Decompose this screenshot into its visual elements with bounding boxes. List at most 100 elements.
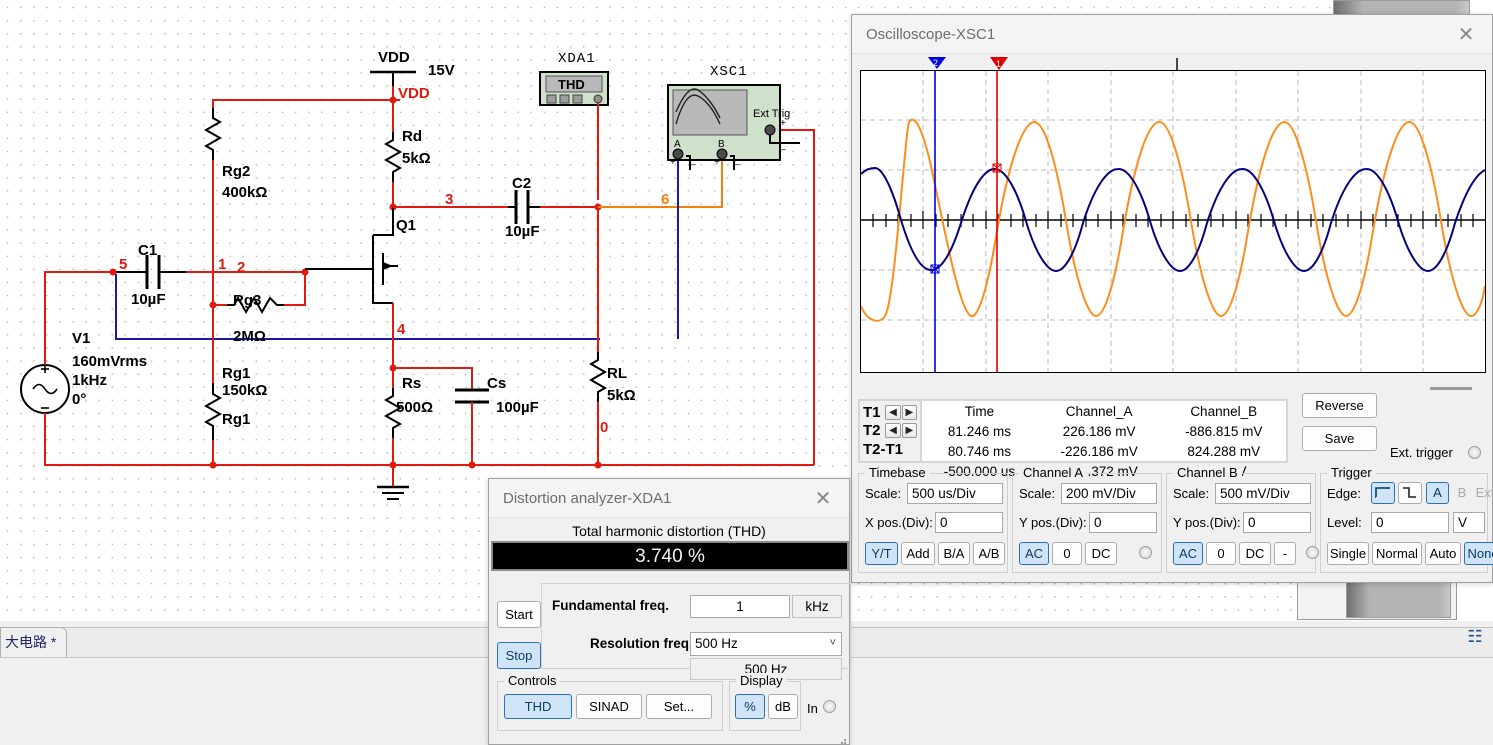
cursor-handles[interactable]: 2 1 bbox=[860, 56, 1486, 72]
svg-text:160mVrms: 160mVrms bbox=[72, 353, 147, 370]
col-channel-a: Channel_A bbox=[1065, 403, 1133, 419]
svg-text:0: 0 bbox=[600, 419, 608, 436]
trigger-source-ext[interactable]: Ext bbox=[1473, 485, 1493, 500]
channel-b-coupling-gnd[interactable]: 0 bbox=[1206, 542, 1236, 565]
svg-text:A: A bbox=[674, 139, 681, 150]
channel-b-ypos-input[interactable] bbox=[1243, 512, 1311, 533]
svg-text:15V: 15V bbox=[428, 62, 455, 79]
trigger-edge-label: Edge: bbox=[1327, 486, 1361, 501]
controls-caption: Controls bbox=[504, 673, 561, 688]
timebase-mode-ab[interactable]: A/B bbox=[973, 542, 1005, 565]
fundamental-freq-input[interactable] bbox=[690, 595, 790, 618]
cursor-t2-right-button[interactable]: ▶ bbox=[901, 423, 917, 439]
channel-b-jack-icon[interactable] bbox=[1306, 546, 1319, 559]
trigger-mode-auto[interactable]: Auto bbox=[1425, 542, 1461, 565]
start-button[interactable]: Start bbox=[497, 601, 541, 628]
svg-text:XSC1: XSC1 bbox=[710, 64, 748, 80]
t1-channel-a: 226.186 mV bbox=[1062, 423, 1136, 439]
save-button[interactable]: Save bbox=[1302, 426, 1377, 451]
channel-b-invert[interactable]: - bbox=[1274, 542, 1296, 565]
timebase-scale-label: Scale: bbox=[865, 486, 902, 501]
svg-text:XDA1: XDA1 bbox=[558, 51, 596, 67]
fundamental-freq-unit: kHz bbox=[792, 595, 842, 618]
thd-button[interactable]: THD bbox=[504, 694, 572, 719]
display-db-button[interactable]: dB bbox=[768, 694, 798, 719]
sinad-button[interactable]: SINAD bbox=[576, 694, 642, 719]
fundamental-freq-label: Fundamental freq. bbox=[552, 598, 670, 613]
timebase-mode-yt[interactable]: Y/T bbox=[865, 542, 898, 565]
svg-text:100µF: 100µF bbox=[496, 399, 539, 416]
channel-a-coupling-ac[interactable]: AC bbox=[1019, 542, 1049, 565]
channel-b-coupling-dc[interactable]: DC bbox=[1239, 542, 1271, 565]
trigger-mode-single[interactable]: Single bbox=[1327, 542, 1369, 565]
oscilloscope-screen-area[interactable]: 2 1 bbox=[856, 56, 1490, 378]
svg-text:2MΩ: 2MΩ bbox=[233, 328, 266, 345]
channel-a-coupling-gnd[interactable]: 0 bbox=[1052, 542, 1082, 565]
display-group: Display % dB bbox=[729, 673, 801, 731]
svg-text:VDD: VDD bbox=[378, 49, 410, 66]
cursor-t2-label: T2 bbox=[863, 422, 881, 440]
channel-b-coupling-ac[interactable]: AC bbox=[1173, 542, 1203, 565]
svg-text:10µF: 10µF bbox=[505, 223, 540, 240]
close-icon[interactable]: ✕ bbox=[1446, 19, 1486, 49]
cursor-t2-left-button[interactable]: ◀ bbox=[885, 423, 901, 439]
cursor-t1-left-button[interactable]: ◀ bbox=[885, 404, 901, 420]
col-channel-b: Channel_B bbox=[1190, 403, 1258, 419]
trigger-mode-none[interactable]: None bbox=[1464, 542, 1493, 565]
thd-readout-value: 3.740 % bbox=[491, 541, 849, 571]
oscilloscope-window[interactable]: Oscilloscope-XSC1 ✕ 2 1 T1 ◀ ▶ T2 ◀ ▶ T2… bbox=[851, 14, 1493, 583]
distortion-analyzer-title: Distortion analyzer-XDA1 bbox=[503, 489, 672, 507]
cursor-t1-right-button[interactable]: ▶ bbox=[901, 404, 917, 420]
channel-a-scale-input[interactable] bbox=[1061, 483, 1157, 504]
svg-text:5kΩ: 5kΩ bbox=[402, 150, 431, 167]
channel-a-coupling-dc[interactable]: DC bbox=[1085, 542, 1117, 565]
timebase-mode-ba[interactable]: B/A bbox=[938, 542, 970, 565]
distortion-analyzer-window[interactable]: Distortion analyzer-XDA1 ✕ Total harmoni… bbox=[488, 478, 851, 745]
timebase-scale-input[interactable] bbox=[907, 483, 1003, 504]
ext-trigger-jack-icon[interactable] bbox=[1468, 446, 1481, 459]
input-jack-icon[interactable] bbox=[823, 700, 836, 713]
cursor-controls[interactable]: T1 ◀ ▶ T2 ◀ ▶ T2-T1 bbox=[858, 399, 920, 463]
stop-button[interactable]: Stop bbox=[497, 642, 541, 669]
channel-b-ypos-label: Y pos.(Div): bbox=[1173, 515, 1241, 530]
oscilloscope-display[interactable] bbox=[860, 70, 1486, 373]
distortion-analyzer-titlebar[interactable]: Distortion analyzer-XDA1 ✕ bbox=[489, 479, 849, 518]
close-icon[interactable]: ✕ bbox=[803, 483, 843, 513]
trigger-mode-normal[interactable]: Normal bbox=[1372, 542, 1422, 565]
ext-trigger-label: Ext. trigger bbox=[1390, 445, 1453, 460]
resolution-freq-select[interactable]: 500 Hz bbox=[690, 632, 842, 656]
rising-edge-icon[interactable] bbox=[1371, 482, 1395, 504]
svg-text:6: 6 bbox=[661, 191, 669, 208]
channel-a-ypos-input[interactable] bbox=[1089, 512, 1157, 533]
cursor-t1-label: T1 bbox=[863, 403, 881, 421]
trigger-level-input[interactable] bbox=[1371, 512, 1449, 533]
trigger-source-b[interactable]: B bbox=[1452, 485, 1472, 500]
sheet-tab-main[interactable]: 大电路 * bbox=[0, 627, 68, 657]
timebase-xpos-input[interactable] bbox=[935, 512, 1003, 533]
scope-resize-handle[interactable] bbox=[1430, 387, 1472, 390]
svg-text:B: B bbox=[718, 139, 725, 150]
channel-a-caption: Channel A bbox=[1019, 465, 1087, 480]
falling-edge-icon[interactable] bbox=[1398, 482, 1422, 504]
trigger-level-unit[interactable] bbox=[1453, 512, 1485, 533]
resize-grip[interactable] bbox=[837, 732, 847, 744]
timebase-xpos-label: X pos.(Div): bbox=[865, 515, 933, 530]
svg-text:+: + bbox=[780, 118, 786, 129]
channel-b-caption: Channel B bbox=[1173, 465, 1242, 480]
resolution-freq-select-wrap[interactable]: 500 Hz ˅ bbox=[690, 632, 842, 656]
timebase-mode-add[interactable]: Add bbox=[901, 542, 935, 565]
cursor-measurement-table: T1 ◀ ▶ T2 ◀ ▶ T2-T1 Time Channel_A Chann… bbox=[858, 399, 1288, 479]
svg-text:RL: RL bbox=[607, 365, 627, 382]
controls-group: Controls THD SINAD Set... bbox=[497, 673, 723, 731]
oscilloscope-titlebar[interactable]: Oscilloscope-XSC1 ✕ bbox=[852, 15, 1492, 54]
channel-b-scale-input[interactable] bbox=[1215, 483, 1311, 504]
display-percent-button[interactable]: % bbox=[735, 694, 765, 719]
svg-text:Rg1: Rg1 bbox=[222, 411, 250, 428]
settings-button[interactable]: Set... bbox=[646, 694, 712, 719]
scope-scrollbar-area[interactable] bbox=[856, 381, 1490, 397]
trigger-source-a[interactable]: A bbox=[1426, 482, 1449, 504]
channel-a-jack-icon[interactable] bbox=[1139, 546, 1152, 559]
col-time: Time bbox=[964, 403, 995, 419]
status-bar-icon[interactable]: ☷ bbox=[1465, 628, 1485, 646]
reverse-button[interactable]: Reverse bbox=[1302, 393, 1377, 418]
